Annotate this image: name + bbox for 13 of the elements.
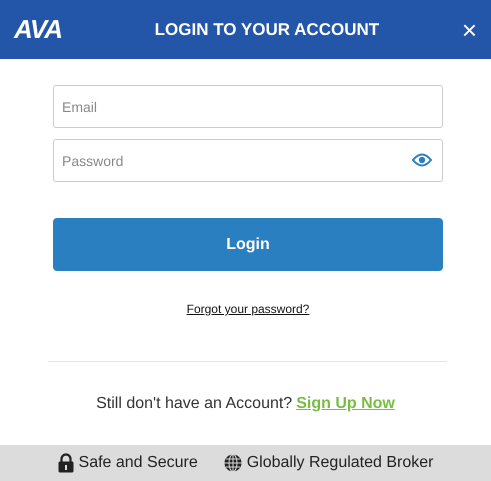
globe-icon [224, 454, 242, 472]
login-button[interactable]: Login [53, 218, 443, 271]
input-field[interactable]: Email [53, 85, 443, 128]
dialog-title: LOGIN TO YOUR ACCOUNT [154, 20, 380, 40]
eye-icon[interactable] [412, 153, 432, 167]
logo: AVA [14, 14, 64, 45]
signup-prompt: Still don't have an Account? [96, 395, 292, 413]
footer-label: Safe and Secure [78, 454, 198, 472]
lock-icon [58, 453, 74, 473]
forgot-password-link[interactable]: Forgot your password? [186, 302, 310, 316]
footer-label: Globally Regulated Broker [246, 454, 434, 472]
close-button[interactable]: × [460, 16, 479, 42]
input-field[interactable]: Password [53, 139, 443, 182]
